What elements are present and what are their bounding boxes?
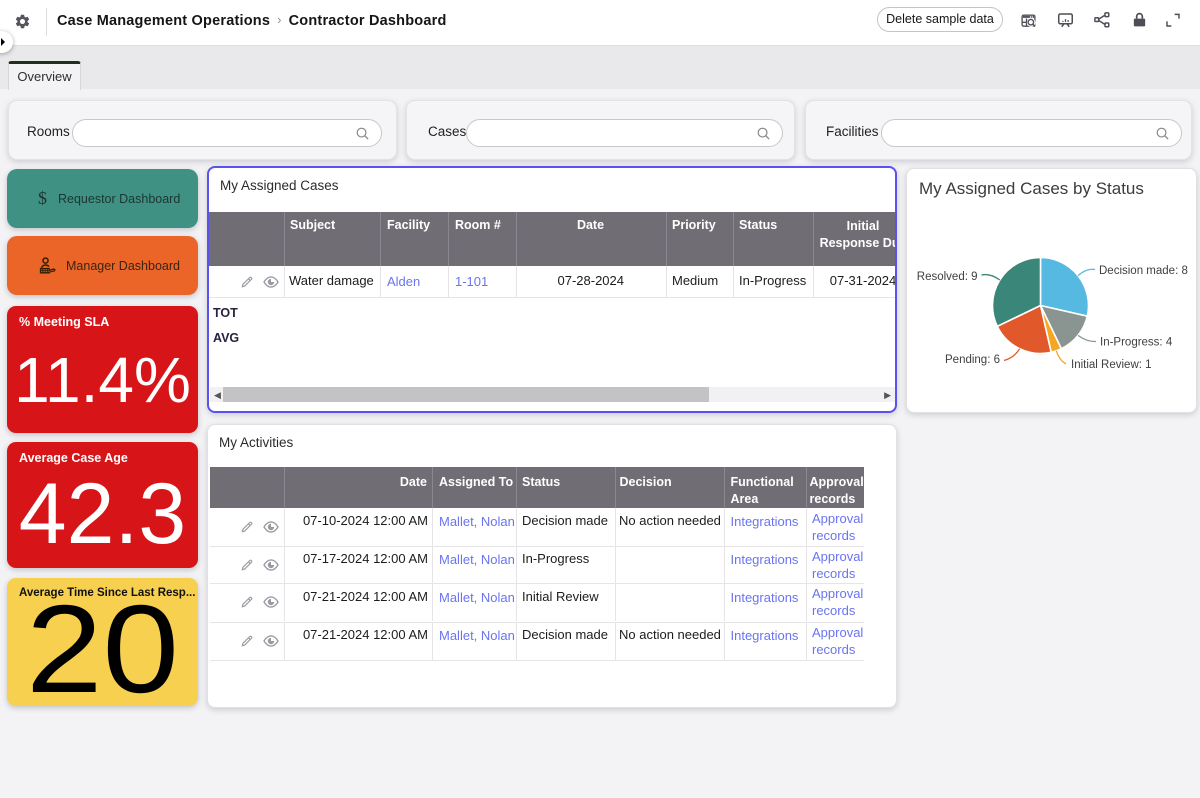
svg-text:Decision made: 8: Decision made: 8: [1099, 265, 1188, 277]
svg-text:Initial Review: 1: Initial Review: 1: [1071, 359, 1152, 371]
svg-text:In-Progress: 4: In-Progress: 4: [1100, 337, 1173, 349]
svg-text:Resolved: 9: Resolved: 9: [917, 271, 978, 283]
svg-text:Pending: 6: Pending: 6: [945, 354, 1000, 366]
